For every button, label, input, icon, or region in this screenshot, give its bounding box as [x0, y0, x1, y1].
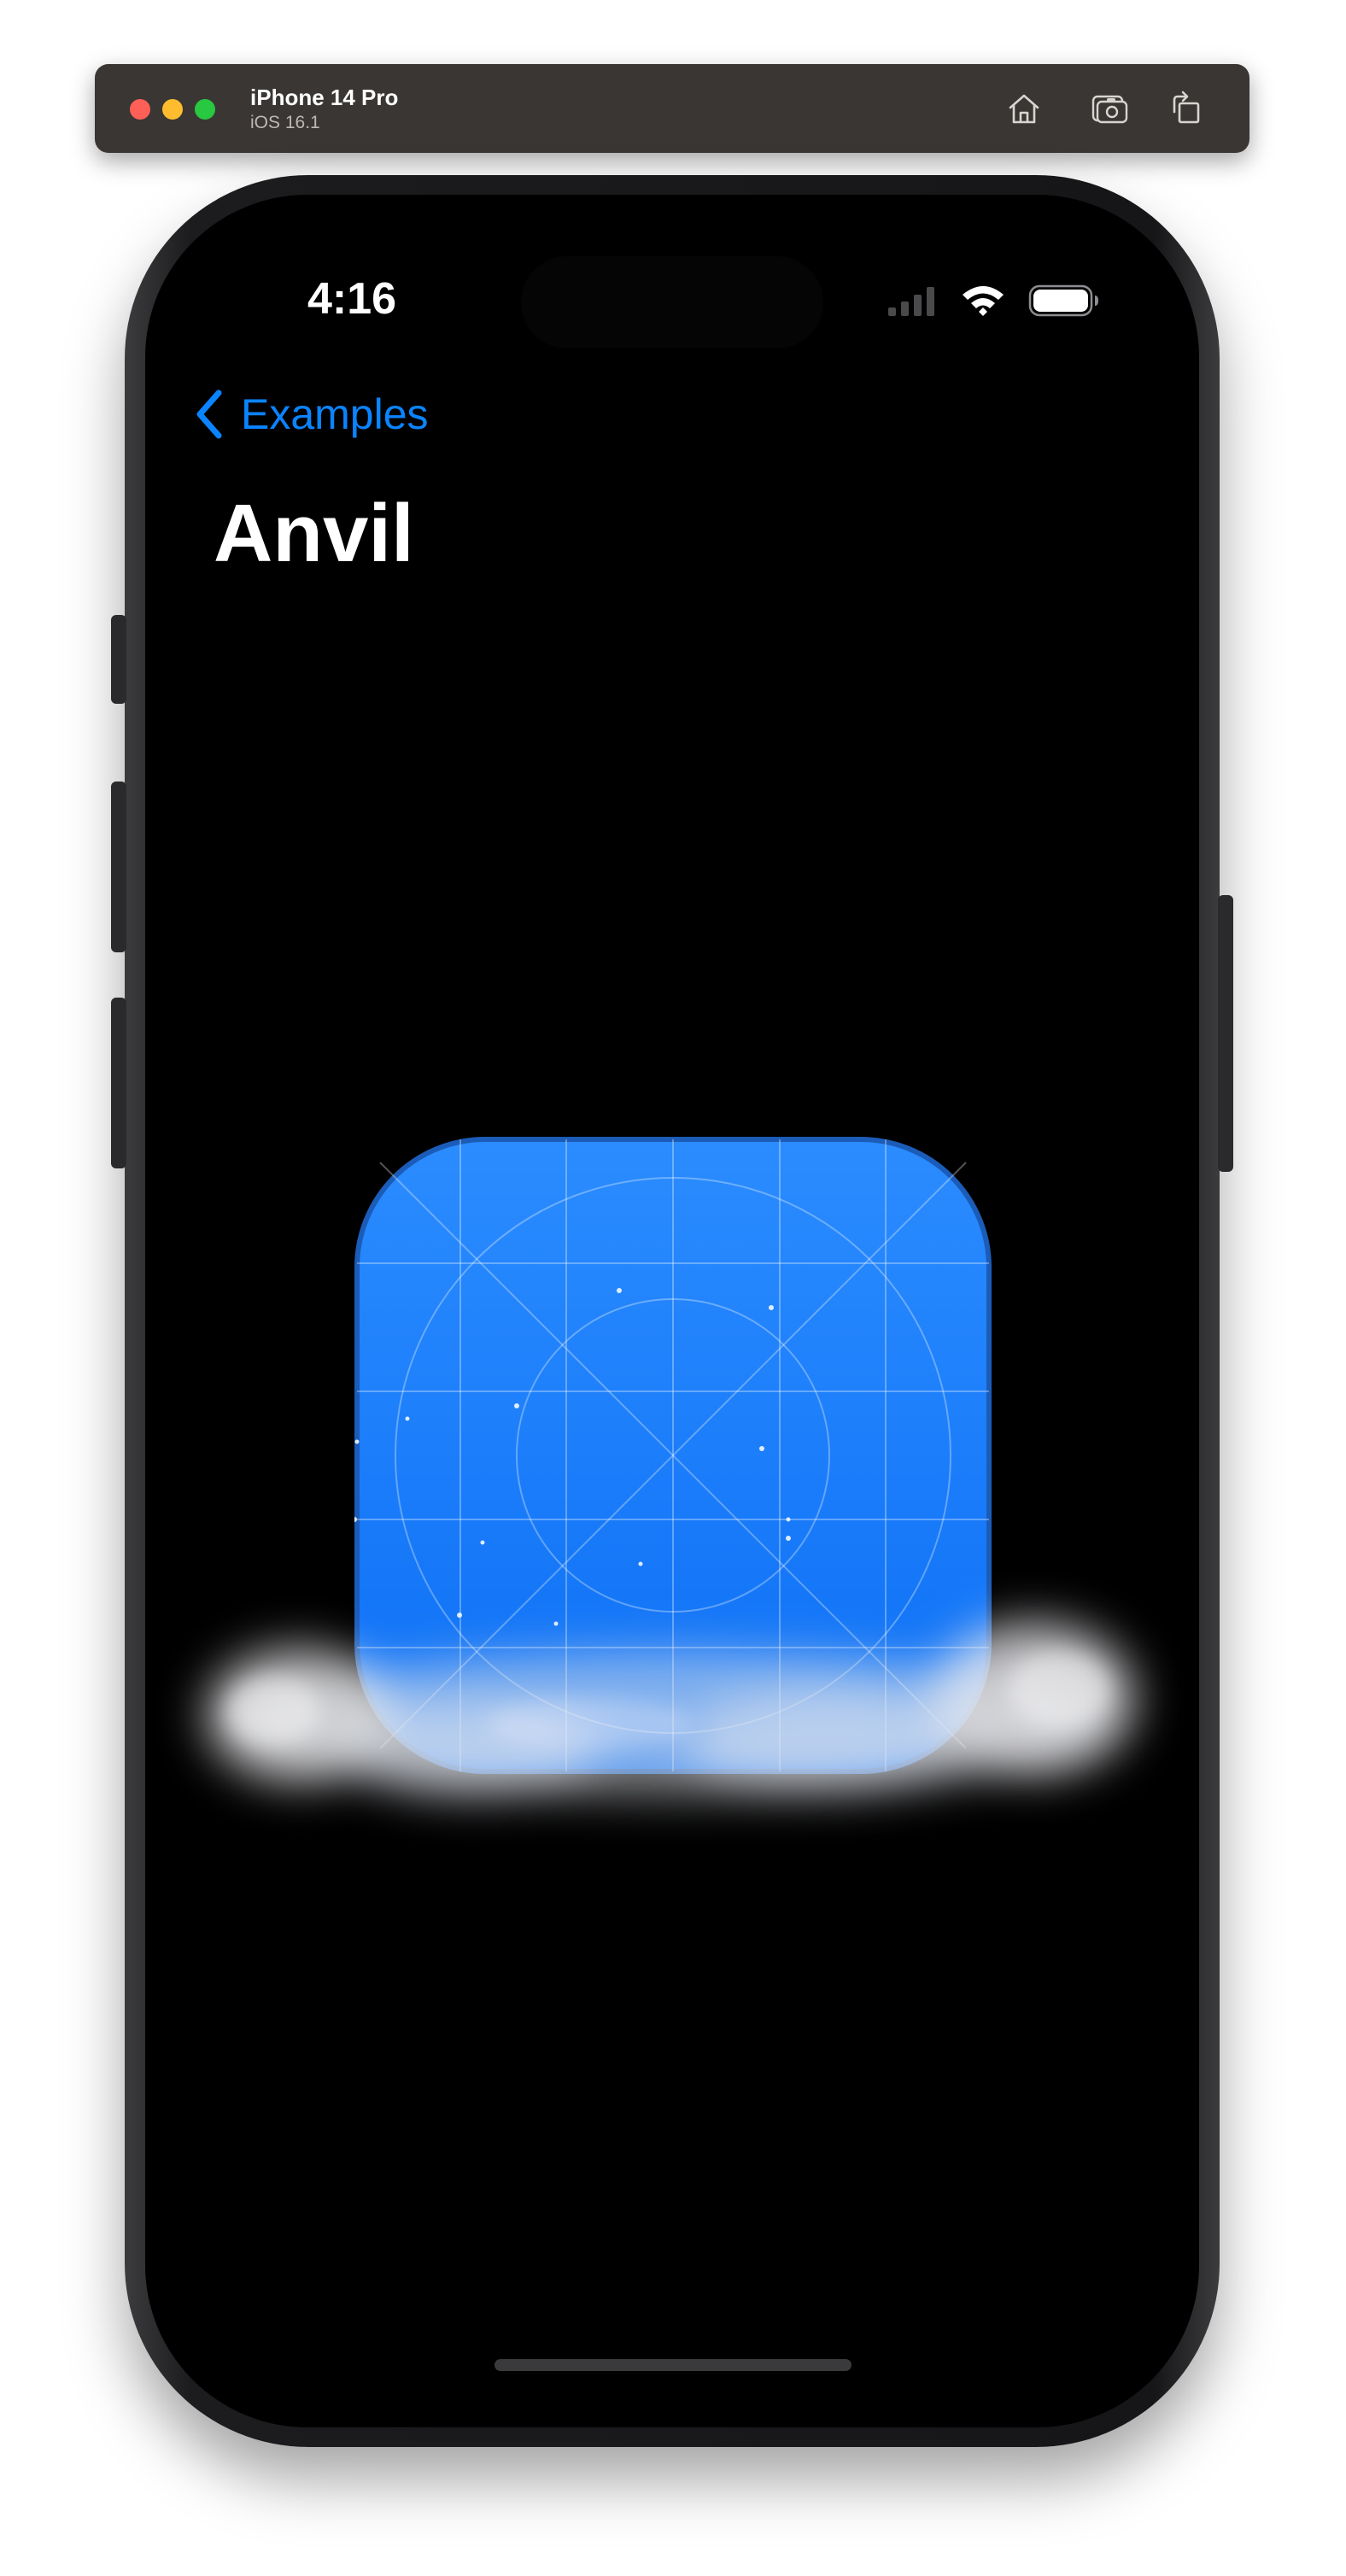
- volume-down-button: [111, 998, 126, 1168]
- power-button: [1218, 895, 1233, 1172]
- home-button[interactable]: [1002, 86, 1046, 131]
- battery-icon: [1028, 284, 1098, 317]
- rotate-icon: [1173, 91, 1200, 124]
- cellular-signal-icon: [888, 287, 934, 316]
- screenshot-button[interactable]: [1087, 86, 1132, 131]
- camera-icon: [1091, 95, 1128, 124]
- smoke-cloud: [205, 1621, 1136, 1796]
- volume-up-button: [111, 782, 126, 952]
- close-window-button[interactable]: [130, 99, 150, 120]
- os-version: iOS 16.1: [250, 113, 320, 132]
- chevron-left-icon: [196, 389, 222, 439]
- wifi-icon: [963, 286, 1004, 316]
- back-button[interactable]: Examples: [193, 384, 429, 444]
- device-screen: 4:16 Examples Anvil: [145, 195, 1199, 2427]
- home-icon: [1009, 94, 1039, 124]
- status-icons: [887, 282, 1100, 318]
- dynamic-island: [521, 256, 823, 348]
- page-title: Anvil: [214, 488, 414, 579]
- silent-switch: [111, 615, 126, 704]
- simulator-toolbar: iPhone 14 Pro iOS 16.1: [95, 64, 1249, 153]
- rotate-button[interactable]: [1164, 86, 1208, 131]
- status-time: 4:16: [307, 274, 397, 324]
- zoom-window-button[interactable]: [195, 99, 215, 120]
- back-button-label: Examples: [241, 390, 429, 438]
- home-indicator: [495, 2359, 851, 2371]
- minimize-window-button[interactable]: [162, 99, 183, 120]
- device-name: iPhone 14 Pro: [250, 85, 399, 110]
